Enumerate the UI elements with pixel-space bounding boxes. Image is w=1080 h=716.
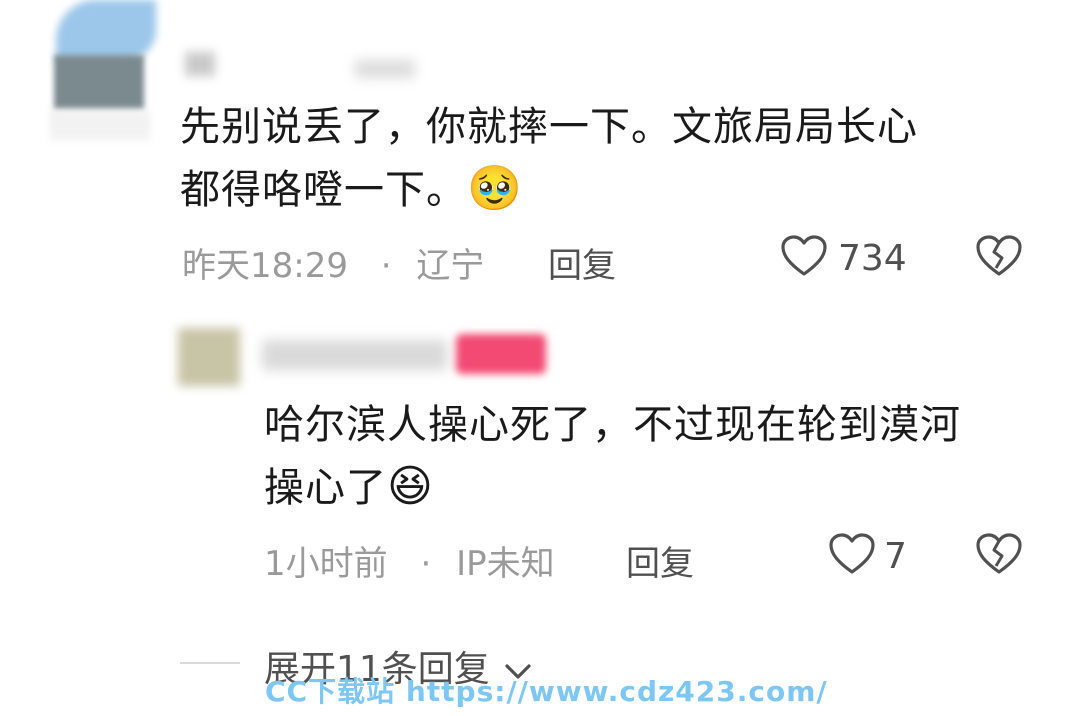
reply-reply-button[interactable]: 回复 <box>626 536 694 585</box>
commenter-avatar[interactable] <box>40 0 160 140</box>
site-watermark: CC下载站 https://www.cdz423.com/ <box>265 675 828 708</box>
heart-outline-icon[interactable] <box>828 532 876 576</box>
reply-like-count: 7 <box>884 536 907 577</box>
meta-separator: · <box>420 544 432 584</box>
reply-user-badge <box>456 334 546 374</box>
avatar-blur-top <box>56 0 156 60</box>
comment-meta: 昨天18:29 · 辽宁 <box>182 238 484 287</box>
reply-text-line2-content: 操心了 <box>264 465 387 511</box>
comment-text-line1: 先别说丢了，你就摔一下。文旅局局长心 <box>180 104 918 150</box>
reply-text-line2: 操心了😆 <box>264 456 434 519</box>
comment-like-count: 734 <box>838 238 907 279</box>
comment-reply-button[interactable]: 回复 <box>548 238 616 287</box>
reply-avatar-blur <box>178 328 240 386</box>
meta-separator: · <box>380 246 392 286</box>
broken-heart-icon[interactable] <box>975 234 1023 278</box>
commenter-username-blurred[interactable] <box>175 40 435 78</box>
comment-time: 昨天18:29 <box>182 246 348 286</box>
heart-outline-icon[interactable] <box>780 234 828 278</box>
pleading-emoji-icon: 🥹 <box>467 163 523 214</box>
reply-meta: 1小时前 · IP未知 <box>264 536 555 585</box>
reply-avatar[interactable] <box>178 328 240 386</box>
comment-location: 辽宁 <box>416 246 485 286</box>
reply-location: IP未知 <box>456 544 555 584</box>
comment-text-line2: 都得咯噔一下。🥹 <box>180 158 523 221</box>
avatar-blur-bottom <box>50 110 150 140</box>
avatar-blur-mid <box>54 55 144 110</box>
username-blur-a <box>185 52 215 76</box>
expand-divider <box>180 662 240 664</box>
reply-text-line1: 哈尔滨人操心死了，不过现在轮到漠河 <box>264 402 961 448</box>
reply-username-blurred[interactable] <box>262 336 452 372</box>
reply-username-blur <box>262 340 447 370</box>
comment-text-line2-content: 都得咯噔一下。 <box>180 167 467 213</box>
laughing-emoji-icon: 😆 <box>387 461 434 512</box>
username-blur-b <box>355 60 415 78</box>
broken-heart-icon[interactable] <box>975 532 1023 576</box>
reply-time: 1小时前 <box>264 544 388 584</box>
